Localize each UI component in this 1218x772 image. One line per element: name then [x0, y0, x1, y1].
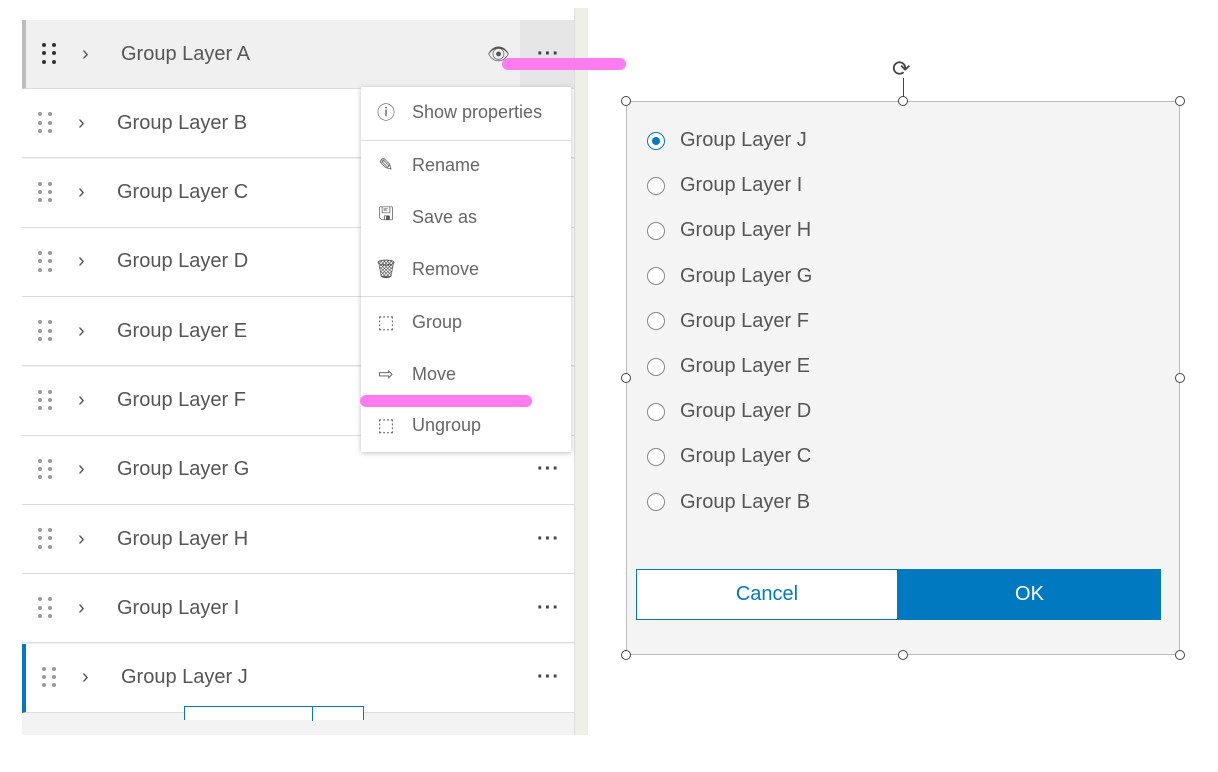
drag-handle-icon[interactable] [38, 458, 54, 481]
radio-label: Group Layer F [680, 309, 809, 332]
layer-label: Group Layer H [117, 527, 249, 550]
layer-row[interactable]: › Group Layer J ··· [22, 643, 574, 713]
more-options-icon[interactable]: ··· [537, 458, 560, 481]
drag-handle-icon[interactable] [42, 666, 58, 689]
radio-label: Group Layer J [680, 129, 807, 151]
resize-handle[interactable] [1175, 96, 1185, 106]
layer-label: Group Layer J [121, 666, 248, 689]
menu-item-rename[interactable]: ✎ Rename [361, 145, 571, 185]
resize-handle[interactable] [621, 96, 631, 106]
radio-button[interactable] [647, 357, 665, 376]
radio-option[interactable]: Group Layer I [647, 174, 802, 197]
radio-button[interactable] [647, 402, 665, 421]
layer-label: Group Layer D [117, 250, 249, 273]
resize-handle[interactable] [898, 650, 908, 660]
chevron-right-icon[interactable]: › [78, 389, 85, 412]
chevron-right-icon[interactable]: › [78, 250, 85, 273]
resize-handle[interactable] [898, 96, 908, 106]
divider [361, 140, 571, 141]
resize-handle[interactable] [1175, 650, 1185, 660]
radio-button[interactable] [647, 447, 665, 466]
pencil-icon: ✎ [378, 154, 394, 175]
chevron-right-icon[interactable]: › [78, 528, 85, 551]
radio-label: Group Layer G [680, 264, 813, 287]
drag-handle-icon[interactable] [38, 112, 54, 134]
more-options-icon[interactable]: ··· [537, 666, 560, 689]
chevron-right-icon[interactable]: › [78, 181, 85, 204]
more-options-icon[interactable]: ··· [537, 528, 560, 551]
drag-handle-icon[interactable] [38, 250, 54, 273]
layer-label: Group Layer F [117, 389, 246, 411]
layer-label: Group Layer B [117, 111, 248, 134]
resize-handle[interactable] [621, 650, 631, 660]
layer-row[interactable]: › Group Layer I ··· [22, 574, 574, 644]
radio-option[interactable]: Group Layer H [647, 219, 811, 242]
drag-handle-icon[interactable] [38, 597, 54, 619]
radio-option[interactable]: Group Layer D [647, 400, 811, 423]
layer-label: Group Layer E [117, 319, 248, 342]
layer-label: Group Layer G [117, 458, 250, 481]
layer-row[interactable]: › Group Layer H ··· [22, 505, 574, 575]
radio-option[interactable]: Group Layer C [647, 445, 811, 468]
layer-row[interactable]: › Group Layer A 👁 ··· [22, 20, 574, 89]
radio-label: Group Layer D [680, 400, 812, 423]
resize-handle[interactable] [621, 373, 631, 383]
ungroup-icon: ⬚ [377, 414, 395, 435]
radio-button[interactable] [647, 267, 665, 286]
drag-handle-icon[interactable] [38, 320, 54, 342]
menu-item-save-as[interactable]: 🖫 Save as [361, 197, 571, 237]
cancel-button[interactable]: Cancel [636, 569, 898, 620]
save-icon: 🖫 [378, 204, 394, 224]
menu-item-group[interactable]: ⬚ Group [361, 302, 571, 342]
radio-button[interactable] [647, 221, 665, 240]
drag-handle-icon[interactable] [38, 181, 54, 204]
menu-item-move[interactable]: ⇨ Move [361, 354, 571, 394]
map-strip [574, 8, 588, 735]
radio-button[interactable] [647, 493, 665, 512]
radio-option[interactable]: Group Layer G [647, 265, 812, 288]
drag-handle-icon[interactable] [38, 389, 54, 412]
highlight-mark [502, 58, 626, 70]
highlight-mark [360, 395, 532, 407]
chevron-right-icon[interactable]: › [78, 320, 85, 343]
radio-label: Group Layer E [680, 355, 811, 377]
radio-button[interactable] [647, 312, 665, 331]
radio-option[interactable]: Group Layer B [647, 491, 810, 514]
group-icon: ⬚ [377, 311, 395, 332]
chevron-right-icon[interactable]: › [82, 666, 89, 689]
info-icon: ⓘ [377, 103, 395, 123]
radio-label: Group Layer C [680, 445, 812, 468]
rotate-handle-icon[interactable]: ⟳ [892, 56, 910, 82]
chevron-right-icon[interactable]: › [78, 112, 85, 135]
layer-label: Group Layer I [117, 596, 240, 619]
drag-handle-icon[interactable] [38, 528, 54, 550]
resize-handle[interactable] [1175, 373, 1185, 383]
radio-label: Group Layer I [680, 174, 803, 197]
menu-item-show-properties[interactable]: ⓘ Show properties [361, 92, 571, 132]
radio-option[interactable]: Group Layer F [647, 310, 809, 333]
drag-handle-icon[interactable] [42, 43, 58, 65]
move-dialog: Group Layer J Group Layer I Group Layer H G… [626, 101, 1180, 655]
radio-label: Group Layer H [680, 219, 812, 242]
menu-item-remove[interactable]: 🗑 Remove [361, 249, 571, 289]
chevron-right-icon[interactable]: › [78, 597, 85, 620]
radio-button[interactable] [647, 131, 665, 150]
divider [361, 296, 571, 297]
more-options-icon[interactable]: ··· [537, 597, 560, 620]
chevron-right-icon[interactable]: › [82, 43, 89, 66]
footer-button-group[interactable] [184, 706, 364, 721]
menu-item-ungroup[interactable]: ⬚ Ungroup [361, 405, 571, 445]
radio-option[interactable]: Group Layer J [647, 129, 807, 152]
layer-label: Group Layer A [121, 42, 250, 65]
radio-label: Group Layer B [680, 490, 811, 513]
radio-option[interactable]: Group Layer E [647, 355, 810, 378]
layer-label: Group Layer C [117, 181, 249, 204]
trash-icon: 🗑 [374, 258, 398, 279]
arrow-right-icon: ⇨ [378, 363, 394, 384]
ok-button[interactable]: OK [898, 569, 1161, 620]
radio-button[interactable] [647, 176, 665, 195]
chevron-right-icon[interactable]: › [78, 458, 85, 481]
